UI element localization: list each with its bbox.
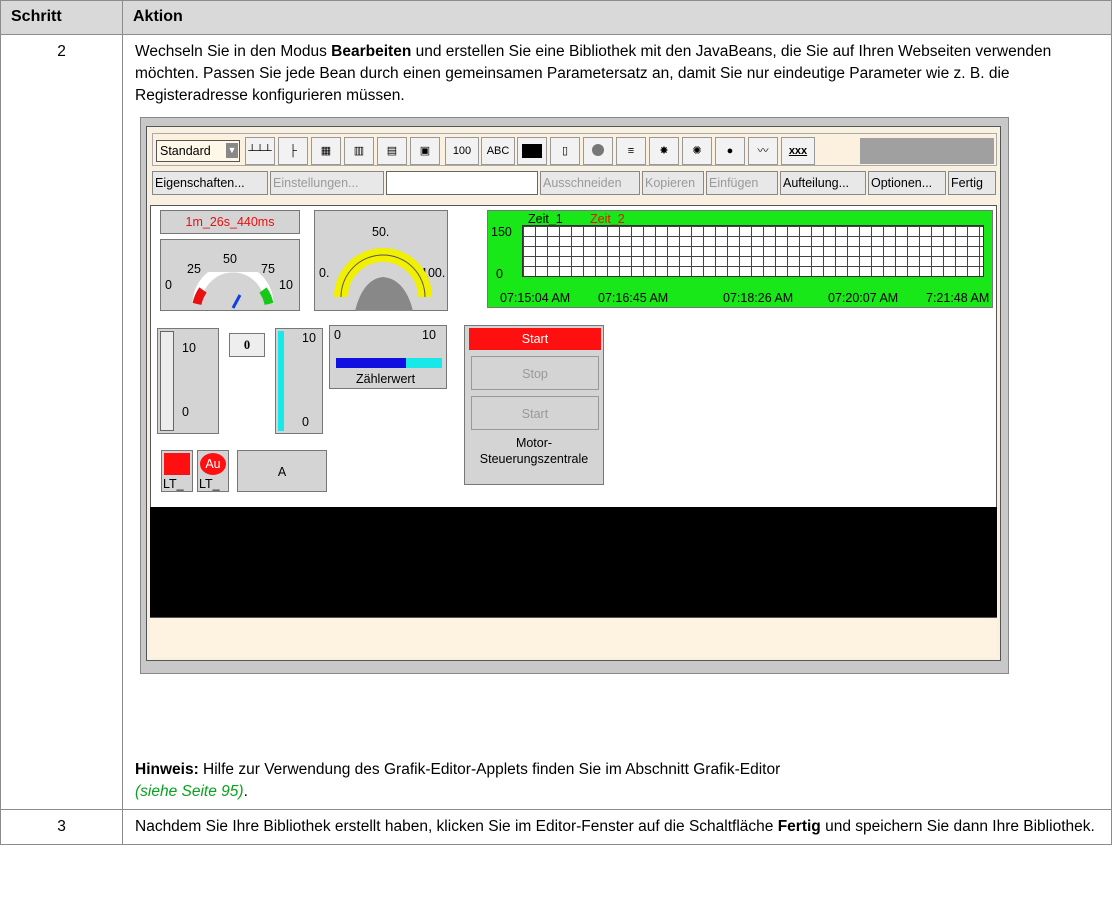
page-link[interactable]: (siehe Seite 95): [135, 783, 244, 800]
toolbar-actions: Eigenschaften... Einstellungen... Aussch…: [152, 171, 997, 195]
chevron-down-icon: ▼: [226, 143, 238, 158]
paste-button[interactable]: Einfügen: [706, 171, 778, 195]
digital-h-icon[interactable]: ▦: [311, 137, 341, 165]
text-icon[interactable]: ABC: [481, 137, 515, 165]
gauge-arc-icon: [192, 272, 274, 309]
trend-icon[interactable]: 〰: [748, 137, 778, 165]
black-rect-icon[interactable]: [517, 137, 547, 165]
editor-screenshot: Standard ▼ ┴┴┴ ├ ▦ ▥ ▤ ▣ 100 ABC ▯ ≡ ✸ ✺…: [140, 117, 1009, 674]
gauge-speedometer[interactable]: 50. 0. 100.: [314, 210, 448, 311]
motor-control[interactable]: Start Stop Start Motor- Steuerungszentra…: [464, 325, 604, 485]
value-display[interactable]: 0: [229, 333, 265, 357]
cut-button[interactable]: Ausschneiden: [540, 171, 640, 195]
lamp-1[interactable]: LT_: [161, 450, 193, 492]
slider-v-icon[interactable]: ▣: [410, 137, 440, 165]
col-header-schritt: Schritt: [0, 0, 123, 35]
meter3-icon[interactable]: ●: [715, 137, 745, 165]
ruler-v-icon[interactable]: ├: [278, 137, 308, 165]
vertical-slider[interactable]: 10 0: [157, 328, 219, 434]
editor-window: Standard ▼ ┴┴┴ ├ ▦ ▥ ▤ ▣ 100 ABC ▯ ≡ ✸ ✺…: [146, 126, 1001, 661]
settings-button[interactable]: Einstellungen...: [270, 171, 384, 195]
bars-icon[interactable]: ≡: [616, 137, 646, 165]
step-description: Wechseln Sie in den Modus Bearbeiten und…: [135, 43, 1052, 104]
toolbar-beans: Standard ▼ ┴┴┴ ├ ▦ ▥ ▤ ▣ 100 ABC ▯ ≡ ✸ ✺…: [152, 133, 997, 166]
digital-v-icon[interactable]: ▥: [344, 137, 374, 165]
black-panel: [150, 507, 997, 617]
meter1-icon[interactable]: ✸: [649, 137, 679, 165]
vertical-bar[interactable]: 10 0: [275, 328, 323, 434]
step-text: Wechseln Sie in den Modus Bearbeiten und…: [122, 34, 1112, 810]
slider-h-icon[interactable]: ▤: [377, 137, 407, 165]
status-bar: [150, 617, 997, 657]
copy-button[interactable]: Kopieren: [642, 171, 704, 195]
layout-button[interactable]: Aufteilung...: [780, 171, 866, 195]
letter-box[interactable]: A: [237, 450, 327, 492]
ruler-h-icon[interactable]: ┴┴┴: [245, 137, 275, 165]
meter2-icon[interactable]: ✺: [682, 137, 712, 165]
steps-table: Schritt Aktion 2 Wechseln Sie in den Mod…: [0, 0, 1112, 845]
stop-button[interactable]: Stop: [471, 356, 599, 390]
numeric-icon[interactable]: 100: [445, 137, 479, 165]
label-icon[interactable]: xxx: [781, 137, 815, 165]
counter-bar[interactable]: 0 10 Zählerwert: [329, 325, 447, 389]
timer-display[interactable]: 1m_26s_440ms: [160, 210, 300, 234]
palette-select[interactable]: Standard ▼: [156, 140, 240, 162]
led-icon[interactable]: [583, 137, 613, 165]
trend-grid: [522, 225, 984, 277]
step-number: 3: [0, 809, 123, 845]
note: Hinweis: Hilfe zur Verwendung des Grafik…: [135, 761, 781, 800]
step-number: 2: [0, 34, 123, 810]
step-text: Nachdem Sie Ihre Bibliothek erstellt hab…: [122, 809, 1112, 845]
start-button[interactable]: Start: [471, 396, 599, 430]
name-field[interactable]: [386, 171, 538, 195]
done-button[interactable]: Fertig: [948, 171, 996, 195]
gauge-half-circle[interactable]: 0 25 50 75 10: [160, 239, 300, 311]
properties-button[interactable]: Eigenschaften...: [152, 171, 268, 195]
options-button[interactable]: Optionen...: [868, 171, 946, 195]
toolbar-filler: [860, 138, 994, 164]
start-button-active[interactable]: Start: [469, 328, 601, 350]
speedometer-arc-icon: [334, 248, 432, 311]
textbox-icon[interactable]: ▯: [550, 137, 580, 165]
trend-chart[interactable]: Zeit_1 Zeit_2 Zeit_3 150 0 07:15:04 AM 0…: [487, 210, 993, 308]
col-header-aktion: Aktion: [122, 0, 1112, 35]
lamp-2[interactable]: Au LT_: [197, 450, 229, 492]
